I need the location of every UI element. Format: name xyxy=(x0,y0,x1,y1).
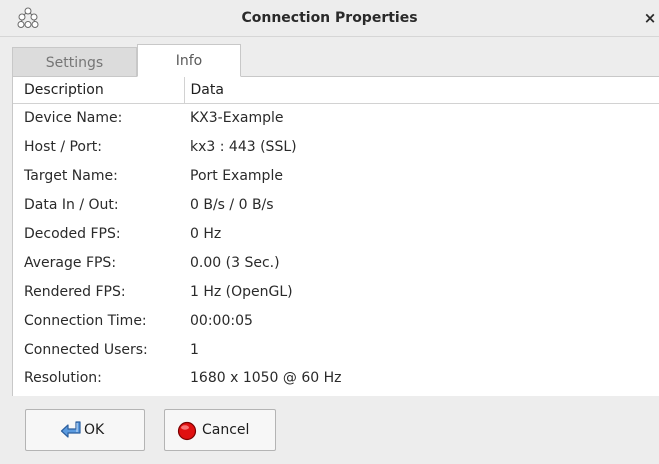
row-value: 1 Hz (OpenGL) xyxy=(190,283,293,300)
close-button[interactable]: × xyxy=(643,9,657,27)
row-key: Rendered FPS: xyxy=(24,283,126,300)
row-value: kx3 : 443 (SSL) xyxy=(190,139,297,156)
properties-table: Description Data Device Name: KX3-Exampl… xyxy=(13,77,659,393)
row-key: Connected Users: xyxy=(24,341,148,358)
table-header-row: Description Data xyxy=(13,77,659,104)
enter-arrow-icon xyxy=(60,420,82,442)
row-key: Target Name: xyxy=(24,168,118,185)
row-value: 0 Hz xyxy=(190,226,222,242)
cancel-button[interactable]: Cancel xyxy=(164,409,276,451)
connection-properties-window: Connection Properties × Settings Info De… xyxy=(0,0,659,464)
table-row[interactable]: Decoded FPS: 0 Hz xyxy=(13,220,659,249)
red-stop-icon xyxy=(177,421,197,441)
table-row[interactable]: Resolution: 1680 x 1050 @ 60 Hz xyxy=(13,364,659,393)
title-bar[interactable]: Connection Properties × xyxy=(0,0,659,37)
table-row[interactable]: Data In / Out: 0 B/s / 0 B/s xyxy=(13,191,659,220)
cancel-button-label: Cancel xyxy=(202,422,250,438)
tab-info[interactable]: Info xyxy=(137,44,241,77)
ok-button-label: OK xyxy=(84,422,105,438)
table-row[interactable]: Host / Port: kx3 : 443 (SSL) xyxy=(13,133,659,162)
table-row[interactable]: Rendered FPS: 1 Hz (OpenGL) xyxy=(13,277,659,306)
column-header-data[interactable]: Data xyxy=(184,77,659,104)
tab-settings[interactable]: Settings xyxy=(12,47,137,77)
button-bar: OK Cancel xyxy=(0,396,659,464)
row-value: 00:00:05 xyxy=(190,312,253,329)
table-row[interactable]: Device Name: KX3-Example xyxy=(13,104,659,133)
tab-bar: Settings Info xyxy=(12,44,659,77)
row-value: 1 xyxy=(190,341,199,358)
row-value: 0 B/s / 0 B/s xyxy=(190,197,274,214)
row-value: Port Example xyxy=(190,168,283,185)
row-value: 0.00 (3 Sec.) xyxy=(190,254,280,271)
row-value: KX3-Example xyxy=(190,110,284,127)
window-title: Connection Properties xyxy=(241,10,418,26)
info-panel: Description Data Device Name: KX3-Exampl… xyxy=(12,76,659,396)
table-row[interactable]: Connection Time: 00:00:05 xyxy=(13,306,659,335)
row-key: Resolution: xyxy=(24,370,102,387)
column-header-description[interactable]: Description xyxy=(13,77,185,104)
row-key: Device Name: xyxy=(24,110,123,127)
row-key: Host / Port: xyxy=(24,139,102,156)
table-row[interactable]: Average FPS: 0.00 (3 Sec.) xyxy=(13,248,659,277)
row-value: 1680 x 1050 @ 60 Hz xyxy=(190,370,342,387)
row-key: Data In / Out: xyxy=(24,197,119,214)
table-row[interactable]: Connected Users: 1 xyxy=(13,335,659,364)
table-row[interactable]: Target Name: Port Example xyxy=(13,162,659,191)
ok-button[interactable]: OK xyxy=(25,409,145,451)
row-key: Average FPS: xyxy=(24,254,117,271)
row-key: Decoded FPS: xyxy=(24,226,121,242)
row-key: Connection Time: xyxy=(24,312,147,329)
